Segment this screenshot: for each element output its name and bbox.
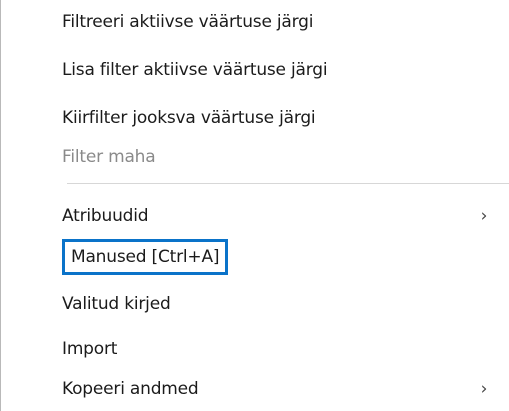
menu-item-remove-filter: Filter maha [62, 147, 156, 167]
context-menu: Filtreeri aktiivse väärtuse järgi Lisa f… [0, 0, 509, 411]
menu-item-attributes[interactable]: Atribuudid [62, 202, 149, 230]
menu-item-selected-records[interactable]: Valitud kirjed [62, 290, 171, 318]
menu-item-attachments[interactable]: Manused [Ctrl+A] [62, 239, 229, 275]
menu-item-copy-data[interactable]: Kopeeri andmed [62, 375, 199, 403]
menu-item-import[interactable]: Import [62, 335, 117, 363]
menu-item-filter-active-value[interactable]: Filtreeri aktiivse väärtuse järgi [62, 8, 313, 36]
menu-item-quick-filter-current-value[interactable]: Kiirfilter jooksva väärtuse järgi [62, 104, 316, 132]
chevron-right-icon: › [480, 379, 488, 399]
menu-separator [67, 183, 509, 184]
menu-item-add-filter-active-value[interactable]: Lisa filter aktiivse väärtuse järgi [62, 56, 328, 84]
chevron-right-icon: › [480, 206, 488, 226]
